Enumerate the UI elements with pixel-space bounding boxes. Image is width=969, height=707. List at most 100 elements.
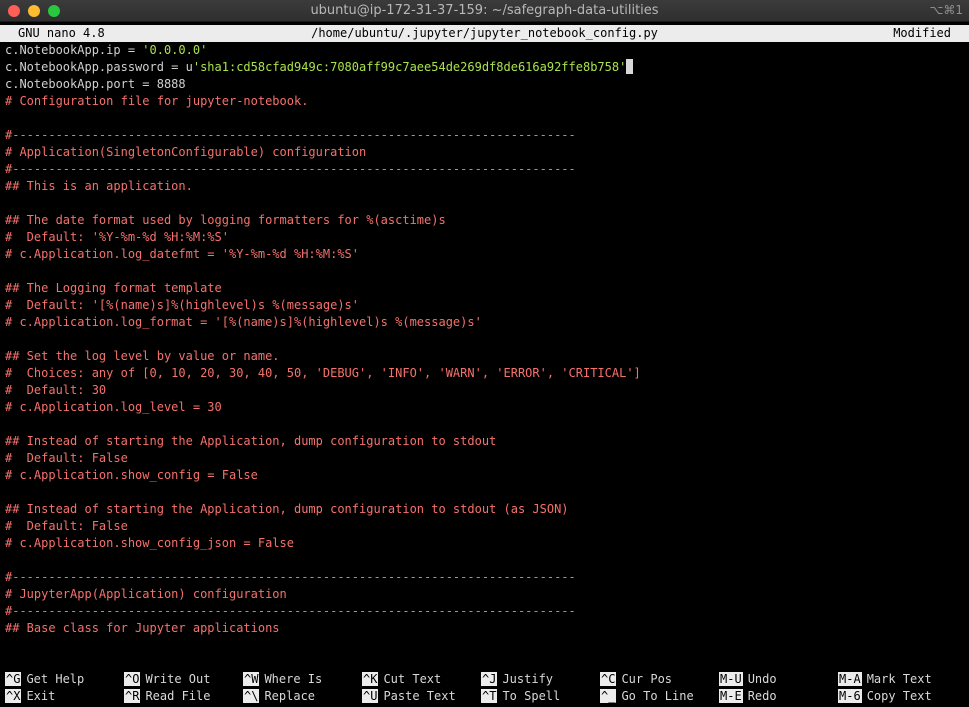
shortcut-get-help[interactable]: ^G Get Help bbox=[5, 671, 84, 688]
editor-line[interactable] bbox=[5, 263, 965, 280]
shortcut-label: Where Is bbox=[264, 672, 323, 686]
shortcut-mark-text[interactable]: M-A Mark Text bbox=[838, 671, 932, 688]
shortcut-paste-text[interactable]: ^U Paste Text bbox=[362, 688, 456, 705]
shortcut-where-is[interactable]: ^W Where Is bbox=[243, 671, 322, 688]
editor-line[interactable]: #---------------------------------------… bbox=[5, 569, 965, 586]
shortcut-key: ^G bbox=[5, 672, 22, 686]
editor-line[interactable] bbox=[5, 331, 965, 348]
shortcut-key: M-A bbox=[838, 672, 862, 686]
editor-line[interactable] bbox=[5, 416, 965, 433]
shortcut-label: Cut Text bbox=[383, 672, 442, 686]
editor-line[interactable]: # c.Application.log_datefmt = '%Y-%m-%d … bbox=[5, 246, 965, 263]
editor-line[interactable]: # Application(SingletonConfigurable) con… bbox=[5, 144, 965, 161]
shortcut-help-bar: ^G Get Help ^X Exit ^O Write Out ^R Read File ^W… bbox=[5, 671, 965, 705]
shortcut-read-file[interactable]: ^R Read File bbox=[124, 688, 210, 705]
shortcut-cut-text[interactable]: ^K Cut Text bbox=[362, 671, 441, 688]
editor-line[interactable]: c.NotebookApp.ip = '0.0.0.0' bbox=[5, 42, 965, 59]
shortcut-go-to-line[interactable]: ^_ Go To Line bbox=[600, 688, 694, 705]
shortcut-label: Justify bbox=[502, 672, 554, 686]
editor-line[interactable]: # Default: 30 bbox=[5, 382, 965, 399]
comment-text: # c.Application.show_config_json = False bbox=[5, 536, 294, 550]
editor-line[interactable]: c.NotebookApp.port = 8888 bbox=[5, 76, 965, 93]
shortcut-replace[interactable]: ^\ Replace bbox=[243, 688, 315, 705]
terminal-area[interactable]: /home/ubuntu/.jupyter/jupyter_notebook_c… bbox=[0, 22, 969, 707]
shortcut-key: ^J bbox=[481, 672, 498, 686]
editor-line[interactable]: c.NotebookApp.password = u'sha1:cd58cfad… bbox=[5, 59, 965, 76]
editor-line[interactable]: # c.Application.log_level = 30 bbox=[5, 399, 965, 416]
editor-line[interactable]: # c.Application.log_format = '[%(name)s]… bbox=[5, 314, 965, 331]
code-text: c.NotebookApp.ip = bbox=[5, 43, 143, 57]
editor-line[interactable]: # Default: '%Y-%m-%d %H:%M:%S' bbox=[5, 229, 965, 246]
shortcut-label: Paste Text bbox=[383, 689, 456, 703]
editor-line[interactable]: ## Set the log level by value or name. bbox=[5, 348, 965, 365]
shortcut-write-out[interactable]: ^O Write Out bbox=[124, 671, 210, 688]
nano-header-bar: /home/ubuntu/.jupyter/jupyter_notebook_c… bbox=[0, 25, 969, 42]
shortcut-undo[interactable]: M-U Undo bbox=[719, 671, 777, 688]
comment-text: # Default: '[%(name)s]%(highlevel)s %(me… bbox=[5, 298, 360, 312]
editor-line[interactable] bbox=[5, 484, 965, 501]
editor-line[interactable]: ## Base class for Jupyter applications bbox=[5, 620, 965, 637]
comment-text: ## Instead of starting the Application, … bbox=[5, 434, 497, 448]
shortcut-key: M-U bbox=[719, 672, 743, 686]
shortcut-key: ^O bbox=[124, 672, 141, 686]
shortcut-label: To Spell bbox=[502, 689, 561, 703]
tab-shortcut-badge: ⌥⌘1 bbox=[929, 3, 963, 17]
comment-text: # c.Application.log_level = 30 bbox=[5, 400, 222, 414]
shortcut-cur-pos[interactable]: ^C Cur Pos bbox=[600, 671, 672, 688]
editor-line[interactable]: ## Instead of starting the Application, … bbox=[5, 501, 965, 518]
editor-line[interactable]: # Choices: any of [0, 10, 20, 30, 40, 50… bbox=[5, 365, 965, 382]
editor-line[interactable] bbox=[5, 110, 965, 127]
shortcut-key: M-E bbox=[719, 689, 743, 703]
window-title: ubuntu@ip-172-31-37-159: ~/safegraph-dat… bbox=[310, 3, 659, 18]
comment-text: #---------------------------------------… bbox=[5, 570, 576, 584]
editor-line[interactable]: # Default: False bbox=[5, 518, 965, 535]
shortcut-key: ^U bbox=[362, 689, 379, 703]
comment-text: # c.Application.log_format = '[%(name)s]… bbox=[5, 315, 482, 329]
editor-line[interactable]: ## The Logging format template bbox=[5, 280, 965, 297]
file-path: /home/ubuntu/.jupyter/jupyter_notebook_c… bbox=[311, 26, 658, 40]
shortcut-justify[interactable]: ^J Justify bbox=[481, 671, 553, 688]
editor-line[interactable]: # Configuration file for jupyter-noteboo… bbox=[5, 93, 965, 110]
comment-text: #---------------------------------------… bbox=[5, 604, 576, 618]
code-text: c.NotebookApp.port = 8888 bbox=[5, 77, 186, 91]
comment-text: # Default: False bbox=[5, 519, 128, 533]
string-literal: 'sha1:cd58cfad949c:7080aff99c7aee54de269… bbox=[192, 60, 627, 74]
shortcut-key: ^W bbox=[243, 672, 260, 686]
editor-line[interactable]: ## The date format used by logging forma… bbox=[5, 212, 965, 229]
shortcut-redo[interactable]: M-E Redo bbox=[719, 688, 777, 705]
editor-line[interactable]: # c.Application.show_config_json = False bbox=[5, 535, 965, 552]
shortcut-key: ^R bbox=[124, 689, 141, 703]
nano-version: GNU nano 4.8 bbox=[18, 26, 105, 40]
comment-text: # Default: 30 bbox=[5, 383, 107, 397]
editor-buffer[interactable]: c.NotebookApp.ip = '0.0.0.0' c.NotebookAp… bbox=[5, 42, 965, 637]
editor-line[interactable]: #---------------------------------------… bbox=[5, 603, 965, 620]
comment-text: # Default: '%Y-%m-%d %H:%M:%S' bbox=[5, 230, 229, 244]
comment-text: ## The Logging format template bbox=[5, 281, 222, 295]
editor-line[interactable]: # Default: False bbox=[5, 450, 965, 467]
shortcut-key: ^\ bbox=[243, 689, 260, 703]
editor-line[interactable]: #---------------------------------------… bbox=[5, 161, 965, 178]
shortcut-key: ^T bbox=[481, 689, 498, 703]
editor-line[interactable]: # c.Application.show_config = False bbox=[5, 467, 965, 484]
shortcut-key: ^K bbox=[362, 672, 379, 686]
shortcut-exit[interactable]: ^X Exit bbox=[5, 688, 55, 705]
shortcut-to-spell[interactable]: ^T To Spell bbox=[481, 688, 560, 705]
comment-text: ## Base class for Jupyter applications bbox=[5, 621, 280, 635]
editor-line[interactable]: # Default: '[%(name)s]%(highlevel)s %(me… bbox=[5, 297, 965, 314]
comment-text: ## Instead of starting the Application, … bbox=[5, 502, 569, 516]
shortcut-label: Write Out bbox=[145, 672, 211, 686]
editor-line[interactable]: # JupyterApp(Application) configuration bbox=[5, 586, 965, 603]
editor-line[interactable]: ## Instead of starting the Application, … bbox=[5, 433, 965, 450]
title-bar[interactable]: ubuntu@ip-172-31-37-159: ~/safegraph-dat… bbox=[0, 0, 969, 22]
editor-line[interactable]: ## This is an application. bbox=[5, 178, 965, 195]
code-text: c.NotebookApp.password = u bbox=[5, 60, 193, 74]
shortcut-copy-text[interactable]: M-6 Copy Text bbox=[838, 688, 932, 705]
editor-line[interactable] bbox=[5, 552, 965, 569]
buffer-status: Modified bbox=[893, 26, 951, 40]
comment-text: #---------------------------------------… bbox=[5, 162, 576, 176]
editor-line[interactable] bbox=[5, 195, 965, 212]
editor-line[interactable]: #---------------------------------------… bbox=[5, 127, 965, 144]
shortcut-label: Undo bbox=[747, 672, 777, 686]
comment-text: # Application(SingletonConfigurable) con… bbox=[5, 145, 367, 159]
shortcut-label: Replace bbox=[264, 689, 316, 703]
